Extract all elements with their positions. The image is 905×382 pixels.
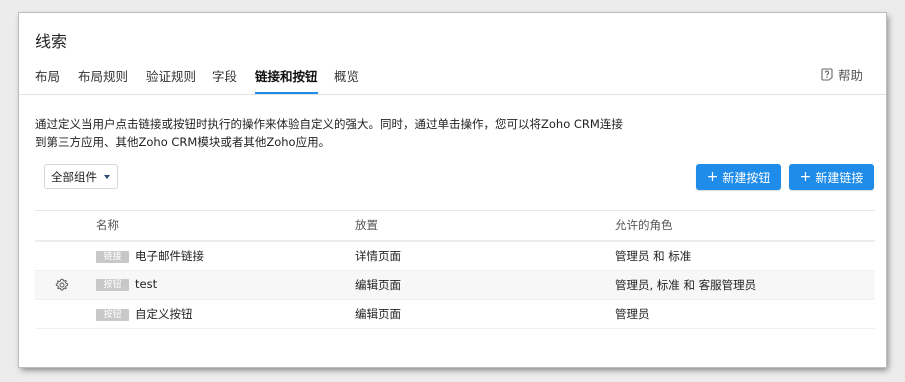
tab-divider [19,94,886,95]
filter-label: 全部组件 [51,169,97,184]
plus-icon: + [706,169,719,185]
placement-cell: 编辑页面 [355,278,401,292]
table-header: 名称 放置 允许的角色 [35,210,875,242]
new-link-label: 新建链接 [815,170,864,185]
links-buttons-table: 名称 放置 允许的角色 链接 电子邮件链接 详情页面 管理员 和 标准 按钮 tes… [35,210,875,329]
new-link-button[interactable]: + 新建链接 [789,164,874,190]
tab-overview[interactable]: 概览 [334,66,359,94]
type-badge: 按钮 [96,279,129,291]
roles-cell: 管理员 和 标准 [615,249,692,263]
description-line-1: 通过定义当用户点击链接或按钮时执行的操作来体验自定义的强大。同时，通过单击操作，… [35,117,623,131]
column-header-roles[interactable]: 允许的角色 [615,217,673,233]
page-description: 通过定义当用户点击链接或按钮时执行的操作来体验自定义的强大。同时，通过单击操作，… [35,115,655,151]
name-cell: 按钮 test [96,277,157,291]
component-filter-dropdown[interactable]: 全部组件 [44,164,118,189]
item-name[interactable]: 电子邮件链接 [135,249,204,263]
new-button-label: 新建按钮 [722,170,771,185]
tab-layout-rules[interactable]: 布局规则 [78,66,128,94]
placement-cell: 编辑页面 [355,307,401,321]
tab-fields[interactable]: 字段 [212,66,237,94]
help-link[interactable]: 帮助 [821,65,863,84]
table-row[interactable]: 按钮 自定义按钮 编辑页面 管理员 [35,300,875,329]
type-badge: 按钮 [96,309,129,321]
placement-cell: 详情页面 [355,249,401,263]
tab-layout[interactable]: 布局 [35,66,60,94]
plus-icon: + [799,169,812,185]
column-header-placement[interactable]: 放置 [355,217,378,233]
description-line-2: 到第三方应用、其他Zoho CRM模块或者其他Zoho应用。 [35,135,331,149]
roles-cell: 管理员, 标准 和 客服管理员 [615,278,757,292]
column-header-name[interactable]: 名称 [96,217,119,233]
tab-validation-rules[interactable]: 验证规则 [146,66,196,94]
item-name[interactable]: 自定义按钮 [135,307,193,321]
help-label: 帮助 [837,68,863,83]
type-badge: 链接 [96,251,129,263]
table-row[interactable]: 链接 电子邮件链接 详情页面 管理员 和 标准 [35,242,875,271]
caret-down-icon [104,174,110,179]
name-cell: 按钮 自定义按钮 [96,306,193,322]
tab-links-and-buttons[interactable]: 链接和按钮 [255,66,318,94]
page-title: 线索 [35,32,68,51]
gear-icon[interactable] [55,278,69,292]
new-button-button[interactable]: + 新建按钮 [696,164,781,190]
settings-panel: 线索 布局 布局规则 验证规则 字段 链接和按钮 概览 帮助 通过定义当用户点击… [19,13,886,367]
roles-cell: 管理员 [615,307,650,321]
help-icon [821,68,833,81]
name-cell: 链接 电子邮件链接 [96,248,204,264]
item-name[interactable]: test [135,277,157,291]
table-row[interactable]: 按钮 test 编辑页面 管理员, 标准 和 客服管理员 [35,271,875,300]
